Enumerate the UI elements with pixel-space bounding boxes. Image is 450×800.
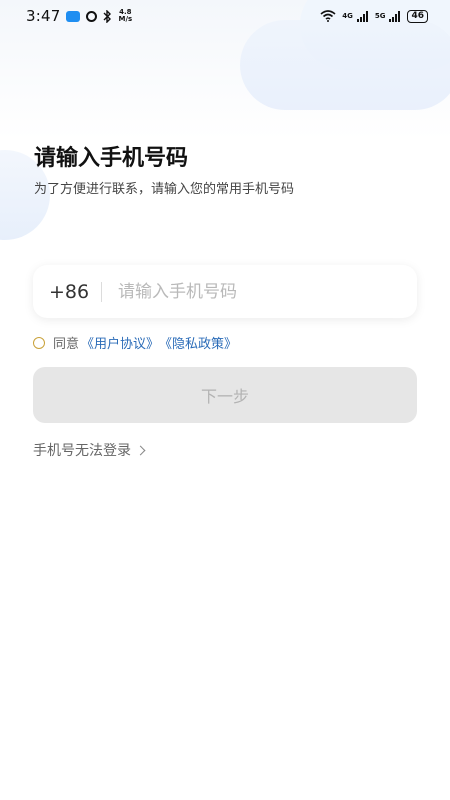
cannot-login-link[interactable]: 手机号无法登录 (33, 440, 146, 460)
cannot-login-label: 手机号无法登录 (33, 443, 131, 459)
status-left: 3:47 4.8 M/s (26, 7, 132, 25)
bluetooth-icon (103, 9, 112, 23)
clock: 3:47 (26, 7, 61, 25)
status-bar: 3:47 4.8 M/s 4G 5G 46 (0, 0, 450, 32)
decorative-cloud (240, 20, 450, 110)
login-screen: 3:47 4.8 M/s 4G 5G 46 请输入手机号码 为了方便进行联系，请… (0, 0, 450, 800)
message-icon (66, 10, 81, 22)
country-code-selector[interactable]: +86 (49, 281, 97, 303)
phone-input[interactable] (116, 280, 390, 303)
agreement-prefix: 同意 (53, 337, 80, 352)
chevron-right-icon (135, 445, 146, 455)
phone-field[interactable]: +86 (33, 265, 417, 318)
user-agreement-link[interactable]: 《用户协议》 (81, 333, 159, 352)
network-speed: 4.8 M/s (118, 9, 132, 23)
privacy-policy-link[interactable]: 《隐私政策》 (159, 333, 237, 352)
battery-icon: 46 (407, 9, 428, 23)
page-title: 请输入手机号码 (34, 146, 189, 171)
wifi-icon (320, 10, 336, 22)
next-button[interactable]: 下一步 (33, 367, 417, 423)
field-divider (101, 281, 102, 302)
alarm-icon (86, 10, 98, 22)
page-subtitle: 为了方便进行联系，请输入您的常用手机号码 (34, 182, 295, 197)
signal-icon (356, 10, 369, 22)
network-speed-unit: M/s (118, 15, 133, 23)
signal-icon (389, 10, 401, 22)
status-right: 4G 5G 46 (320, 9, 428, 23)
network-type-1: 4G (342, 12, 353, 20)
agreement-row: 同意 《用户协议》 《隐私政策》 (33, 333, 237, 352)
agreement-checkbox[interactable] (33, 336, 45, 349)
network-type-2: 5G (374, 12, 386, 20)
